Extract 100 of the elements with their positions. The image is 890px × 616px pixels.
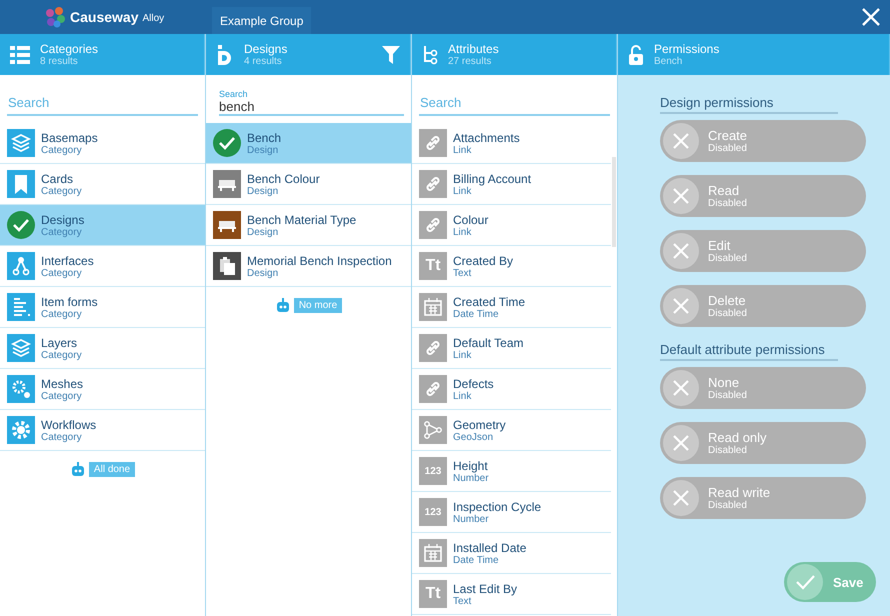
stack-icon — [7, 334, 35, 362]
calendar-icon — [419, 539, 447, 567]
attribute-item[interactable]: Default Team Link — [412, 328, 611, 369]
item-name: Bench Material Type — [247, 212, 356, 226]
column-title: Attributes — [448, 42, 499, 56]
category-item[interactable]: Item forms Category — [0, 287, 205, 328]
item-name: Defects — [453, 376, 494, 390]
item-type: Date Time — [453, 308, 500, 320]
check-icon — [7, 211, 35, 239]
close-icon[interactable] — [861, 7, 881, 27]
link-icon — [419, 129, 447, 157]
item-name: Layers — [41, 336, 78, 350]
close-icon — [663, 480, 699, 516]
logo-icon — [44, 6, 66, 28]
attribute-item[interactable]: Tt Last Edit By Text — [412, 574, 611, 615]
item-name: Meshes — [41, 376, 84, 390]
category-item[interactable]: Basemaps Category — [0, 123, 205, 164]
number-icon: 123 — [419, 498, 447, 526]
category-item[interactable]: Workflows Category — [0, 410, 205, 451]
design-item[interactable]: Bench Material Type Design — [206, 205, 411, 246]
item-type: Number — [453, 514, 489, 524]
item-type: Design — [247, 186, 280, 196]
gear-icon — [7, 416, 35, 444]
attribute-item[interactable]: Billing Account Link — [412, 164, 611, 205]
category-item[interactable]: Layers Category — [0, 328, 205, 369]
close-icon — [663, 178, 699, 214]
item-type: Category — [41, 390, 83, 402]
scrollbar[interactable] — [612, 157, 616, 247]
group-tab[interactable]: Example Group — [212, 7, 312, 34]
column-title: Categories — [40, 42, 98, 56]
item-name: Item forms — [41, 294, 98, 308]
item-type: Category — [41, 144, 83, 156]
close-icon — [663, 288, 699, 324]
item-name: Default Team — [453, 336, 524, 350]
attribute-item[interactable]: Colour Link — [412, 205, 611, 246]
item-name: Bench Colour — [247, 172, 320, 186]
item-type: Design — [247, 144, 280, 156]
calendar-icon — [419, 293, 447, 321]
item-name: Workflows — [41, 418, 96, 432]
item-type: Link — [453, 350, 472, 360]
close-icon — [663, 425, 699, 461]
form-icon — [7, 293, 35, 321]
design-item[interactable]: Bench Colour Design — [206, 164, 411, 205]
search-field[interactable]: Search — [419, 91, 610, 116]
item-name: Billing Account — [453, 172, 532, 186]
number-icon: 123 — [419, 457, 447, 485]
item-type: Category — [41, 268, 83, 278]
item-type: Design — [247, 268, 280, 278]
text-icon: Tt — [419, 252, 447, 280]
filter-icon[interactable] — [382, 46, 400, 64]
status-tag: No more — [294, 298, 342, 312]
tree-icon — [422, 44, 438, 64]
item-type: Link — [453, 186, 472, 196]
padlock-icon — [628, 44, 644, 64]
item-type: Category — [41, 226, 83, 238]
attribute-item[interactable]: Attachments Link — [412, 123, 611, 164]
design-item[interactable]: Memorial Bench Inspection Design — [206, 246, 411, 287]
check-icon — [787, 564, 823, 600]
status-tag: All done — [88, 462, 136, 476]
item-type: Text — [453, 596, 472, 606]
robot-icon — [70, 461, 86, 477]
item-type: Text — [453, 268, 472, 278]
attribute-item[interactable]: Installed Date Date Time — [412, 533, 611, 574]
section-heading: Design permissions — [660, 95, 838, 114]
category-item[interactable]: Interfaces Category — [0, 246, 205, 287]
design-item[interactable]: Bench Design — [206, 123, 411, 164]
link-icon — [419, 170, 447, 198]
item-type: Category — [41, 350, 82, 360]
item-name: Designs — [41, 212, 84, 226]
attribute-item[interactable]: Created Time Date Time — [412, 287, 611, 328]
stack-icon — [7, 129, 35, 157]
item-name: Bench — [247, 130, 282, 144]
item-type: GeoJson — [453, 432, 494, 442]
brand-suffix: Alloy — [142, 13, 164, 24]
category-item[interactable]: Designs Category — [0, 205, 205, 246]
attribute-item[interactable]: Geometry GeoJson — [412, 410, 611, 451]
category-item[interactable]: Meshes Category — [0, 369, 205, 410]
item-name: Memorial Bench Inspection — [247, 254, 392, 268]
section-heading: Default attribute permissions — [660, 342, 838, 361]
result-count: 27 results — [448, 56, 492, 67]
column-title: Designs — [244, 42, 288, 56]
close-icon — [663, 233, 699, 269]
attribute-item[interactable]: Defects Link — [412, 369, 611, 410]
item-name: Interfaces — [41, 254, 94, 268]
search-field[interactable]: bench — [219, 99, 404, 116]
list-icon — [10, 46, 30, 64]
item-name: Geometry — [453, 418, 506, 432]
item-type: Date Time — [453, 554, 500, 566]
search-field[interactable]: Search — [7, 91, 198, 116]
item-name: Basemaps — [41, 130, 98, 144]
attribute-item[interactable]: Tt Created By Text — [412, 246, 611, 287]
item-name: Created Time — [453, 294, 526, 308]
column-subtitle: Bench — [654, 56, 684, 67]
link-icon — [419, 211, 447, 239]
text-icon: Tt — [419, 580, 447, 608]
geo-icon — [419, 416, 447, 444]
link-icon — [419, 334, 447, 362]
item-name: Attachments — [453, 130, 520, 144]
item-name: Inspection Cycle — [453, 500, 542, 514]
item-name: Created By — [453, 254, 514, 268]
